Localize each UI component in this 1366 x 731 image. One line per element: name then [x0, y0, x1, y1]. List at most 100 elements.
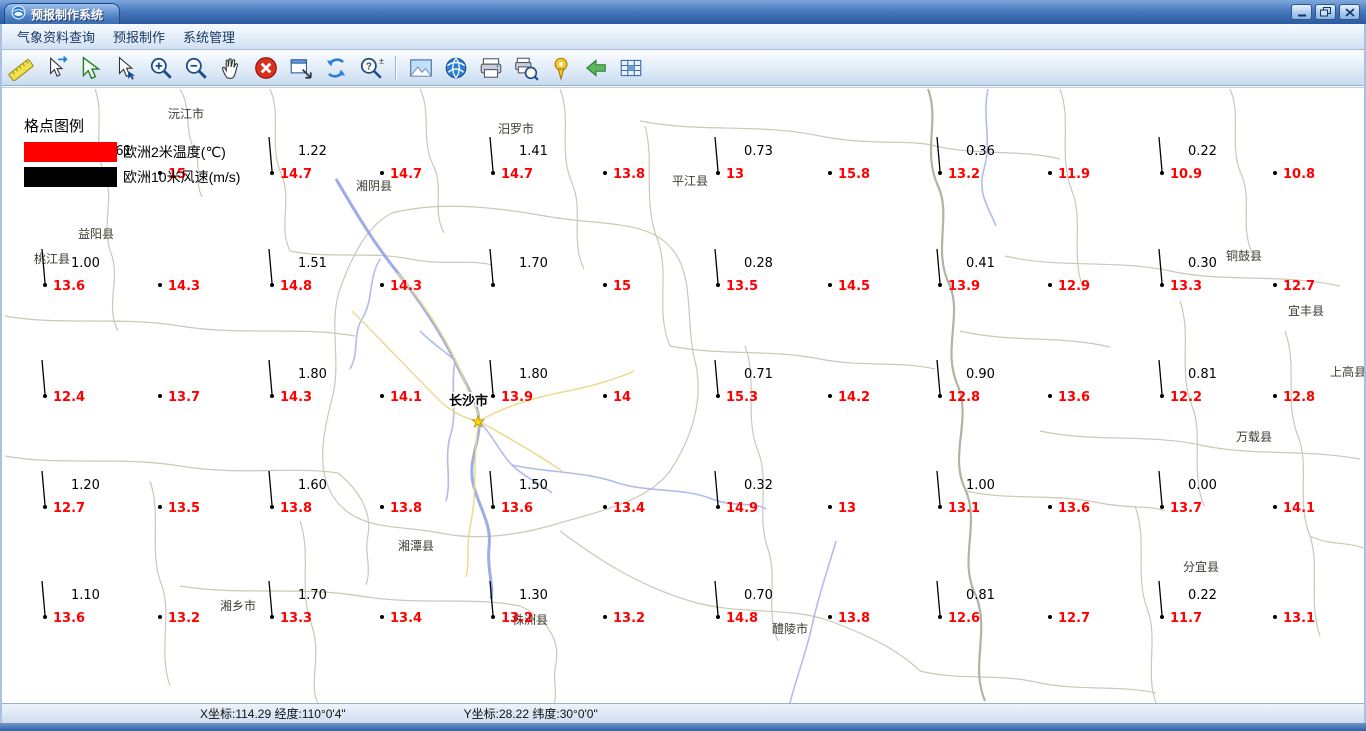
pan-hand-icon[interactable] [216, 54, 246, 82]
wind-speed-value: 0.00 [1188, 478, 1217, 493]
map-label: 湘乡市 [220, 598, 256, 613]
grid-point: 13.2 [158, 611, 200, 626]
temperature-value: 15.3 [726, 390, 758, 405]
map-legend: 格点图例 欧洲2米温度(℃) 欧洲10米风速(m/s) [24, 118, 240, 192]
temperature-value: 14 [613, 390, 631, 405]
temperature-value: 14.8 [280, 279, 312, 294]
pointer-arrow-icon[interactable] [76, 54, 106, 82]
print-preview-icon[interactable] [511, 54, 541, 82]
temperature-value: 12.7 [1283, 279, 1315, 294]
grid-point: 13.6 [1048, 501, 1090, 516]
grid-point: 13.6 1.10 [41, 580, 100, 626]
temperature-value: 12.9 [1058, 279, 1090, 294]
locate-pin-icon[interactable] [546, 54, 576, 82]
map-canvas[interactable]: 沅江市 汨罗市 湘阴县 平江县 益阳县 桃江县 铜鼓县 宜丰县 上高县 万载县 湘潭县 湘乡市 株洲县醴… [0, 87, 1366, 703]
temperature-value: 14.3 [168, 279, 200, 294]
temperature-value: 12.4 [53, 390, 85, 405]
temperature-value: 13.1 [948, 501, 980, 516]
back-arrow-icon[interactable] [581, 54, 611, 82]
grid-point: 13.8 [603, 167, 645, 182]
grid-point: 14.1 [1273, 501, 1315, 516]
wind-speed-value: 0.73 [744, 144, 773, 159]
status-bar: X坐标:114.29 经度:110°0'4" Y坐标:28.22 纬度:30°0… [0, 703, 1366, 723]
temperature-value: 13.9 [948, 279, 980, 294]
wind-speed-value: 1.00 [71, 256, 100, 271]
export-map-icon[interactable] [286, 54, 316, 82]
select-feature-icon[interactable] [41, 54, 71, 82]
menu-item-1[interactable]: 气象资料查询 [8, 24, 104, 49]
wind-speed-value: 1.51 [298, 256, 327, 271]
grid-point: 12.7 [1273, 279, 1315, 294]
insert-image-icon[interactable] [406, 54, 436, 82]
measure-ruler-icon[interactable] [6, 54, 36, 82]
svg-text:±: ± [379, 55, 384, 65]
app-icon [11, 5, 26, 23]
grid-point: 14.5 [828, 279, 870, 294]
grid-point: 14.3 1.80 [268, 359, 327, 405]
grid-point: 14.2 [828, 390, 870, 405]
map-label: 万载县 [1236, 430, 1272, 444]
menu-item-3[interactable]: 系统管理 [174, 24, 244, 49]
app-window: 预报制作系统 气象资料查询 预报制作 系统管理 ? ± 沅江市 汨罗市 湘阴县 … [0, 0, 1366, 731]
title-bar: 预报制作系统 [0, 0, 1366, 24]
grid-point: 12.8 [1273, 390, 1315, 405]
grid-point: 14.8 0.70 [714, 580, 773, 626]
temperature-value: 10.9 [1170, 167, 1202, 182]
window-frame-left [0, 24, 2, 723]
temperature-value: 13.4 [613, 501, 645, 516]
wind-speed-value: 0.71 [744, 367, 773, 382]
legend-row-wind: 欧洲10米风速(m/s) [24, 167, 240, 187]
map-label: 分宜县 [1183, 559, 1219, 574]
grid-point: 14.7 1.41 [489, 136, 548, 182]
grid-point: 13.5 0.28 [714, 248, 773, 294]
grid-point: 13 [828, 501, 856, 516]
toolbar-separator [395, 55, 397, 80]
grid-point: 14.3 [380, 279, 422, 294]
temperature-value: 13.2 [168, 611, 200, 626]
temperature-value: 10.8 [1283, 167, 1315, 182]
wind-speed-value: 1.70 [298, 588, 327, 603]
temperature-value: 14.5 [838, 279, 870, 294]
temperature-value: 13.9 [501, 390, 533, 405]
temperature-value: 13.5 [726, 279, 758, 294]
grid-point: 13.9 0.41 [936, 248, 995, 294]
temperature-value: 14.8 [726, 611, 758, 626]
refresh-icon[interactable] [321, 54, 351, 82]
map-label: 益阳县 [78, 227, 114, 241]
city-label-changsha: 长沙市 [449, 393, 488, 409]
title-tab: 预报制作系统 [4, 3, 121, 24]
grid-point: 12.9 [1048, 279, 1090, 294]
wind-speed-value: 1.80 [298, 367, 327, 382]
map-label: 铜鼓县 [1226, 248, 1262, 263]
grid-point: 12.7 [1048, 611, 1090, 626]
grid-point: 13.7 0.00 [1158, 470, 1217, 516]
wind-speed-value: 1.22 [298, 144, 327, 159]
select-elements-icon[interactable] [111, 54, 141, 82]
grid-point: 13.1 [1273, 611, 1315, 626]
menu-item-2[interactable]: 预报制作 [104, 24, 174, 49]
identify-icon[interactable]: ? ± [356, 54, 386, 82]
print-icon[interactable] [476, 54, 506, 82]
zoom-in-icon[interactable] [146, 54, 176, 82]
clear-icon[interactable] [251, 54, 281, 82]
window-controls [1291, 4, 1360, 20]
minimize-button[interactable] [1291, 4, 1312, 20]
zoom-out-icon[interactable] [181, 54, 211, 82]
temperature-value: 13.6 [1058, 501, 1090, 516]
grid-point: 14 [603, 390, 631, 405]
legend-title: 格点图例 [24, 118, 85, 135]
wind-speed-value: 0.41 [966, 256, 995, 271]
temperature-value: 14.1 [390, 390, 422, 405]
temperature-value: 14.3 [280, 390, 312, 405]
grid-point: 14.1 [380, 390, 422, 405]
wind-speed-value: 1.10 [71, 588, 100, 603]
temperature-value: 13.6 [53, 279, 85, 294]
restore-button[interactable] [1315, 4, 1336, 20]
globe-icon[interactable] [441, 54, 471, 82]
wind-speed-value: 1.70 [519, 256, 548, 271]
wind-speed-value: 0.81 [1188, 367, 1217, 382]
wind-speed-value: 1.41 [519, 144, 548, 159]
grid-point: 14.3 [158, 279, 200, 294]
fishnet-grid-icon[interactable] [616, 54, 646, 82]
close-button[interactable] [1339, 4, 1360, 20]
